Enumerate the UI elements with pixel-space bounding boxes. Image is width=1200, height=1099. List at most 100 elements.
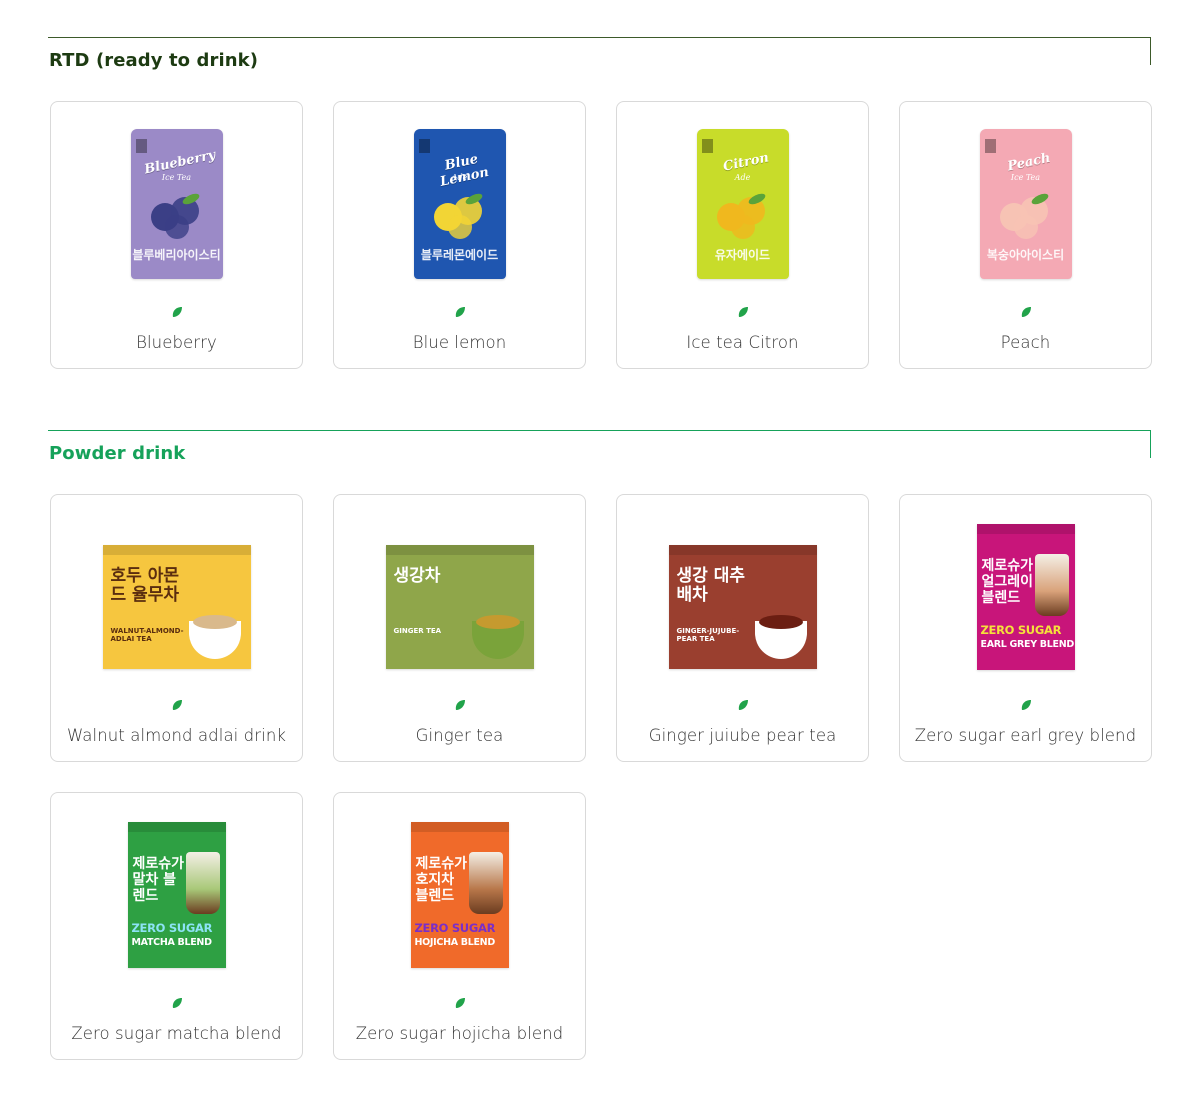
rtd-section-header: RTD (ready to drink) [48, 37, 1152, 71]
product-thumbnail[interactable]: 제로슈가 말차 블렌드 ZERO SUGAR MATCHA BLEND [51, 819, 302, 971]
product-pouch-image: Blue Lemon Ade 블루레몬에이드 [413, 129, 506, 279]
product-card[interactable]: 제로슈가 호지차 블렌드 ZERO SUGAR HOJICHA BLEND Zero … [333, 792, 586, 1060]
leaf-icon [1020, 698, 1032, 710]
product-card[interactable]: Blueberry Ice Tea 블루베리아이스티 Blueberry [50, 101, 303, 369]
glass-illustration [1034, 554, 1069, 616]
pack-subtitle: Ade [451, 173, 468, 182]
section-divider [48, 37, 1151, 38]
product-card[interactable]: 호두 아몬드 율무차 WALNUT-ALMOND-ADLAI TEA Walnut … [50, 494, 303, 762]
product-box-image: 생강차 GINGER TEA [385, 545, 534, 669]
pack-english-line-1: ZERO SUGAR [414, 921, 496, 935]
product-thumbnail[interactable]: Peach Ice Tea 복숭아아이스티 [900, 128, 1151, 280]
leaf-icon [454, 996, 466, 1008]
product-name[interactable]: Ice tea Citron [617, 333, 868, 352]
pack-english-name: GINGER-JUJUBE-PEAR TEA [676, 627, 740, 643]
brand-logo [418, 139, 430, 153]
product-box-image: 제로슈가 얼그레이 블렌드 ZERO SUGAR EARL GREY BLEND [976, 524, 1075, 670]
pack-korean-name: 블루레몬에이드 [420, 248, 499, 262]
brand-logo [701, 139, 713, 153]
leaf-icon [737, 305, 749, 317]
product-box-image: 호두 아몬드 율무차 WALNUT-ALMOND-ADLAI TEA [102, 545, 251, 669]
fruit-illustration [711, 189, 775, 241]
pack-korean-name: 호두 아몬드 율무차 [110, 566, 179, 605]
product-pouch-image: Citron Ade 유자에이드 [696, 129, 789, 279]
product-box-image: 제로슈가 말차 블렌드 ZERO SUGAR MATCHA BLEND [127, 822, 226, 968]
drink-surface [192, 615, 237, 629]
product-thumbnail[interactable]: 생강 대추배차 GINGER-JUJUBE-PEAR TEA [617, 521, 868, 673]
leaf-icon [454, 698, 466, 710]
pack-korean-name: 생강차 [393, 566, 441, 586]
section-title-rtd: RTD (ready to drink) [49, 50, 259, 71]
product-thumbnail[interactable]: Blue Lemon Ade 블루레몬에이드 [334, 128, 585, 280]
pack-korean-name: 블루베리아이스티 [132, 248, 221, 262]
product-box-image: 생강 대추배차 GINGER-JUJUBE-PEAR TEA [668, 545, 817, 669]
pack-english-line-1: ZERO SUGAR [980, 623, 1062, 637]
leaf-icon [454, 305, 466, 317]
product-name[interactable]: Blueberry [51, 333, 302, 352]
fruit-illustration [428, 189, 492, 241]
leaf-icon [171, 305, 183, 317]
section-divider-end [1150, 37, 1151, 65]
product-card[interactable]: Blue Lemon Ade 블루레몬에이드 Blue lemon [333, 101, 586, 369]
product-card[interactable]: Citron Ade 유자에이드 Ice tea Citron [616, 101, 869, 369]
powder-section: Powder drink 호두 아몬드 율무차 WALNUT-ALMOND-ADL… [48, 430, 1152, 1060]
product-pouch-image: Peach Ice Tea 복숭아아이스티 [979, 129, 1072, 279]
pack-english-name: WALNUT-ALMOND-ADLAI TEA [110, 627, 184, 643]
pack-korean-name: 복숭아아이스티 [986, 248, 1065, 262]
product-thumbnail[interactable]: 생강차 GINGER TEA [334, 521, 585, 673]
box-lid [410, 822, 509, 832]
leaf-icon [171, 996, 183, 1008]
leaf-icon [737, 698, 749, 710]
pack-subtitle: Ice Tea [1010, 173, 1041, 182]
powder-product-grid: 호두 아몬드 율무차 WALNUT-ALMOND-ADLAI TEA Walnut … [50, 494, 1152, 1060]
leaf-icon [1020, 305, 1032, 317]
product-name[interactable]: Zero sugar matcha blend [51, 1024, 302, 1043]
pack-subtitle: Ade [734, 173, 751, 182]
brand-logo [984, 139, 996, 153]
product-card[interactable]: 생강 대추배차 GINGER-JUJUBE-PEAR TEA Ginger juiu… [616, 494, 869, 762]
product-name[interactable]: Zero sugar earl grey blend [900, 726, 1151, 745]
fruit-illustration [145, 189, 209, 241]
product-card[interactable]: 제로슈가 얼그레이 블렌드 ZERO SUGAR EARL GREY BLEND Ze… [899, 494, 1152, 762]
product-name[interactable]: Ginger juiube pear tea [617, 726, 868, 745]
pack-english-line-1: ZERO SUGAR [131, 921, 213, 935]
product-thumbnail[interactable]: 제로슈가 얼그레이 블렌드 ZERO SUGAR EARL GREY BLEND [900, 521, 1151, 673]
product-card[interactable]: 제로슈가 말차 블렌드 ZERO SUGAR MATCHA BLEND Zero su… [50, 792, 303, 1060]
product-name[interactable]: Blue lemon [334, 333, 585, 352]
product-box-image: 제로슈가 호지차 블렌드 ZERO SUGAR HOJICHA BLEND [410, 822, 509, 968]
glass-illustration [185, 852, 220, 914]
box-lid [668, 545, 817, 555]
rtd-section: RTD (ready to drink) Blueberry Ice Tea 블루베… [48, 37, 1152, 369]
pack-subtitle: Ice Tea [161, 173, 192, 182]
pack-korean-name: 생강 대추배차 [676, 566, 745, 605]
product-pouch-image: Blueberry Ice Tea 블루베리아이스티 [130, 129, 223, 279]
leaf-icon [171, 698, 183, 710]
box-lid [127, 822, 226, 832]
drink-surface [758, 615, 803, 629]
product-name[interactable]: Zero sugar hojicha blend [334, 1024, 585, 1043]
product-name[interactable]: Walnut almond adlai drink [51, 726, 302, 745]
pack-korean-name: 제로슈가 얼그레이 블렌드 [981, 558, 1034, 606]
box-lid [976, 524, 1075, 534]
product-thumbnail[interactable]: Blueberry Ice Tea 블루베리아이스티 [51, 128, 302, 280]
drink-surface [475, 615, 520, 629]
powder-section-header: Powder drink [48, 430, 1152, 464]
box-lid [102, 545, 251, 555]
product-thumbnail[interactable]: Citron Ade 유자에이드 [617, 128, 868, 280]
pack-english-name: GINGER TEA [393, 627, 442, 635]
product-thumbnail[interactable]: 제로슈가 호지차 블렌드 ZERO SUGAR HOJICHA BLEND [334, 819, 585, 971]
glass-illustration [468, 852, 503, 914]
section-divider-end [1150, 430, 1151, 458]
product-card[interactable]: 생강차 GINGER TEA Ginger tea [333, 494, 586, 762]
pack-title: Blue Lemon [438, 151, 490, 190]
brand-logo [135, 139, 147, 153]
product-card[interactable]: Peach Ice Tea 복숭아아이스티 Peach [899, 101, 1152, 369]
fruit-illustration [994, 189, 1058, 241]
pack-english-line-2: EARL GREY BLEND [980, 639, 1075, 650]
pack-korean-name: 유자에이드 [714, 248, 771, 262]
pack-english-line-2: HOJICHA BLEND [414, 937, 496, 948]
product-name[interactable]: Ginger tea [334, 726, 585, 745]
pack-english-line-2: MATCHA BLEND [131, 937, 212, 948]
product-name[interactable]: Peach [900, 333, 1151, 352]
product-thumbnail[interactable]: 호두 아몬드 율무차 WALNUT-ALMOND-ADLAI TEA [51, 521, 302, 673]
